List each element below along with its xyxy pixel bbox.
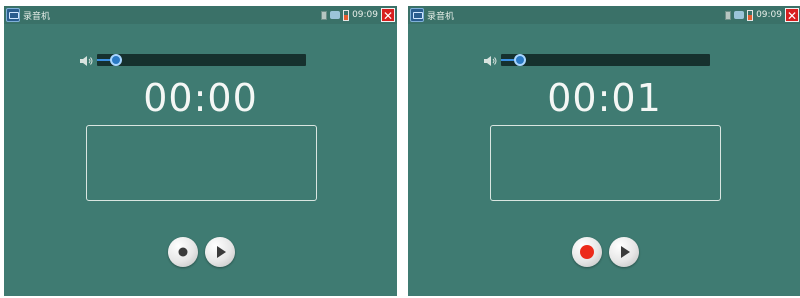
sim-icon [725,10,732,20]
app-icon [410,8,424,22]
sim-icon [321,10,328,20]
close-icon: ✕ [786,9,798,23]
play-button[interactable] [205,237,235,267]
recorder-screen-idle: 录音机 09:09 ✕ 00:00 [4,6,397,296]
app-title: 录音机 [427,12,455,22]
play-icon [621,246,630,258]
recording-timer: 00:00 [143,76,258,120]
app-title: 录音机 [23,12,51,22]
play-icon [217,246,226,258]
status-bar: 录音机 09:09 ✕ [4,6,397,24]
recording-timer: 00:01 [547,76,662,120]
record-icon [178,247,188,257]
play-button[interactable] [609,237,639,267]
network-icon [734,11,745,19]
speaker-icon [80,56,93,66]
battery-icon [343,9,350,21]
status-indicators: 09:09 ✕ [321,8,395,23]
close-button[interactable]: ✕ [785,8,799,23]
record-button[interactable] [572,237,602,267]
app-icon [6,8,20,22]
network-icon [330,11,341,19]
status-bar: 录音机 09:09 ✕ [408,6,800,24]
clock: 09:09 [756,10,782,20]
volume-slider[interactable] [501,54,710,66]
waveform-display [490,125,721,201]
speaker-icon [484,56,497,66]
status-indicators: 09:09 ✕ [725,8,799,23]
recorder-screen-recording: 录音机 09:09 ✕ 00:01 [408,6,800,296]
waveform-display [86,125,317,201]
clock: 09:09 [352,10,378,20]
volume-knob[interactable] [513,54,526,66]
volume-slider[interactable] [97,54,306,66]
battery-icon [747,9,754,21]
volume-knob[interactable] [109,54,122,66]
record-button[interactable] [168,237,198,267]
close-icon: ✕ [382,9,394,23]
record-icon [580,245,594,259]
close-button[interactable]: ✕ [381,8,395,23]
